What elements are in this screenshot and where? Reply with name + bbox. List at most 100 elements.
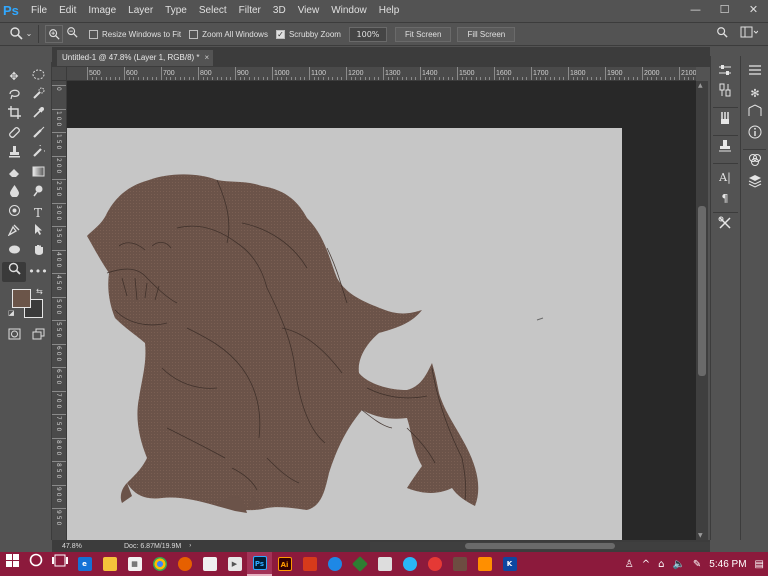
close-button[interactable]: ✕ <box>739 0 768 21</box>
layers-panel-icon[interactable] <box>741 174 768 195</box>
volume-icon[interactable]: 🔈 <box>668 559 688 570</box>
history-brush-tool-icon[interactable] <box>26 142 50 165</box>
move-tool-icon[interactable]: ✥ <box>2 67 26 87</box>
dodge-tool-icon[interactable] <box>26 184 50 204</box>
hand-tool-icon[interactable] <box>26 243 50 263</box>
taskbar-edge[interactable]: e <box>72 552 97 576</box>
menu-view[interactable]: View <box>292 0 326 21</box>
horizontal-scrollbar[interactable] <box>370 542 710 550</box>
vertical-scrollbar[interactable]: ▲ ▼ <box>696 81 708 540</box>
marquee-tool-icon[interactable] <box>26 67 50 87</box>
menu-filter[interactable]: Filter <box>233 0 267 21</box>
document-tab[interactable]: Untitled-1 @ 47.8% (Layer 1, RGB/8) * × <box>57 50 213 66</box>
action-center-icon[interactable]: ▤ <box>751 559 768 570</box>
scrollbar-thumb[interactable] <box>465 543 615 549</box>
foreground-color-swatch[interactable] <box>12 288 31 308</box>
scroll-down-icon[interactable]: ▼ <box>698 532 703 539</box>
taskbar-illustrator[interactable]: Ai <box>272 552 297 576</box>
taskbar-notes[interactable] <box>197 552 222 576</box>
screen-mode-icon[interactable] <box>26 327 50 346</box>
taskbar-app-4[interactable] <box>422 552 447 576</box>
swatches-panel-icon[interactable] <box>741 104 768 125</box>
scrubby-zoom-checkbox[interactable]: ✓ Scrubby Zoom <box>275 29 341 39</box>
menu-edit[interactable]: Edit <box>53 0 82 21</box>
adjustments-panel-icon[interactable] <box>711 83 739 104</box>
taskbar-app-6[interactable] <box>472 552 497 576</box>
eyedropper-tool-icon[interactable] <box>26 106 50 126</box>
document-canvas[interactable] <box>67 128 622 540</box>
paragraph-panel-icon[interactable]: ¶ <box>711 188 739 209</box>
maximize-button[interactable]: ☐ <box>710 0 739 21</box>
taskbar-vpn[interactable] <box>347 552 372 576</box>
taskbar-app-5[interactable] <box>447 552 472 576</box>
menu-file[interactable]: File <box>25 0 53 21</box>
close-tab-icon[interactable]: × <box>205 53 210 62</box>
blur-tool-icon[interactable] <box>2 184 26 204</box>
taskbar-media[interactable]: ▶ <box>222 552 247 576</box>
taskbar-app-7[interactable]: K <box>497 552 522 576</box>
brush-tool-icon[interactable] <box>26 126 50 146</box>
menu-select[interactable]: Select <box>193 0 233 21</box>
menu-image[interactable]: Image <box>82 0 122 21</box>
more-tools-icon[interactable]: ••• <box>26 262 50 282</box>
taskbar-browser[interactable] <box>397 552 422 576</box>
clone-source-panel-icon[interactable] <box>711 139 739 160</box>
taskbar-app-1[interactable] <box>297 552 322 576</box>
ruler-origin[interactable] <box>52 67 67 81</box>
quick-mask-icon[interactable] <box>2 327 26 346</box>
menu-3d[interactable]: 3D <box>267 0 292 21</box>
search-icon[interactable] <box>714 26 730 42</box>
scroll-up-icon[interactable]: ▲ <box>698 82 703 89</box>
cortana-search-icon[interactable] <box>24 552 48 576</box>
menu-type[interactable]: Type <box>159 0 193 21</box>
crop-tool-icon[interactable] <box>2 106 26 126</box>
character-panel-icon[interactable]: A| <box>711 167 739 188</box>
people-icon[interactable]: ♙ <box>621 559 638 570</box>
zoom-out-button[interactable] <box>63 26 81 42</box>
eraser-tool-icon[interactable] <box>2 165 26 185</box>
fit-screen-button[interactable]: Fit Screen <box>394 26 452 42</box>
pen-tool-icon[interactable] <box>2 204 26 224</box>
fill-screen-button[interactable]: Fill Screen <box>457 26 516 42</box>
properties-panel-icon[interactable] <box>711 62 739 83</box>
chevron-right-icon[interactable]: › <box>189 543 191 549</box>
brushes-panel-icon[interactable] <box>711 111 739 132</box>
direct-selection-tool-icon[interactable] <box>26 223 50 243</box>
taskbar-store[interactable]: ▦ <box>122 552 147 576</box>
default-colors-icon[interactable]: ◪ <box>8 309 15 317</box>
menu-help[interactable]: Help <box>373 0 406 21</box>
taskbar-file-explorer[interactable] <box>97 552 122 576</box>
taskbar-photoshop[interactable]: Ps <box>247 552 272 576</box>
taskbar-firefox[interactable] <box>172 552 197 576</box>
info-panel-icon[interactable] <box>741 125 768 146</box>
vertical-ruler[interactable]: 0 1 0 0 1 5 0 2 0 0 2 5 0 3 0 0 3 5 0 4 0 0 4 5 … <box>52 81 67 540</box>
horizontal-ruler[interactable]: 500 600 700 800 900 1000 1100 1200 1300 1400 1500 1… <box>67 67 696 81</box>
shape-tool-icon[interactable] <box>2 243 26 263</box>
scrollbar-thumb[interactable] <box>698 206 706 376</box>
zoom-all-windows-checkbox[interactable]: Zoom All Windows <box>189 29 268 39</box>
zoom-level-field[interactable]: 100% <box>348 26 387 42</box>
path-selection-tool-icon[interactable] <box>2 223 26 243</box>
taskbar-app-3[interactable] <box>372 552 397 576</box>
channels-panel-icon[interactable] <box>741 153 768 174</box>
navigator-panel-icon[interactable] <box>741 62 768 83</box>
network-icon[interactable]: ⌂ <box>654 559 668 570</box>
lasso-tool-icon[interactable] <box>2 87 26 107</box>
zoom-percentage[interactable]: 47.8% <box>62 543 106 550</box>
taskbar-clock[interactable]: 5:46 PM <box>705 559 750 570</box>
show-hidden-icons-icon[interactable]: ^ <box>638 559 654 570</box>
color-panel-icon[interactable]: ✻ <box>741 83 768 104</box>
type-tool-icon[interactable]: T <box>26 204 50 224</box>
resize-windows-checkbox[interactable]: Resize Windows to Fit <box>89 29 181 39</box>
healing-brush-tool-icon[interactable] <box>2 126 26 146</box>
menu-window[interactable]: Window <box>325 0 373 21</box>
chevron-down-icon[interactable]: ⌄ <box>24 26 34 42</box>
workspace-icon[interactable] <box>738 26 760 42</box>
zoom-in-button[interactable] <box>45 25 63 43</box>
quick-selection-tool-icon[interactable] <box>26 87 50 107</box>
gradient-tool-icon[interactable] <box>26 165 50 185</box>
tool-presets-panel-icon[interactable] <box>711 216 739 237</box>
taskbar-chrome[interactable] <box>147 552 172 576</box>
zoom-tool-preset-icon[interactable] <box>8 26 24 42</box>
pen-icon[interactable]: ✎ <box>689 559 705 570</box>
